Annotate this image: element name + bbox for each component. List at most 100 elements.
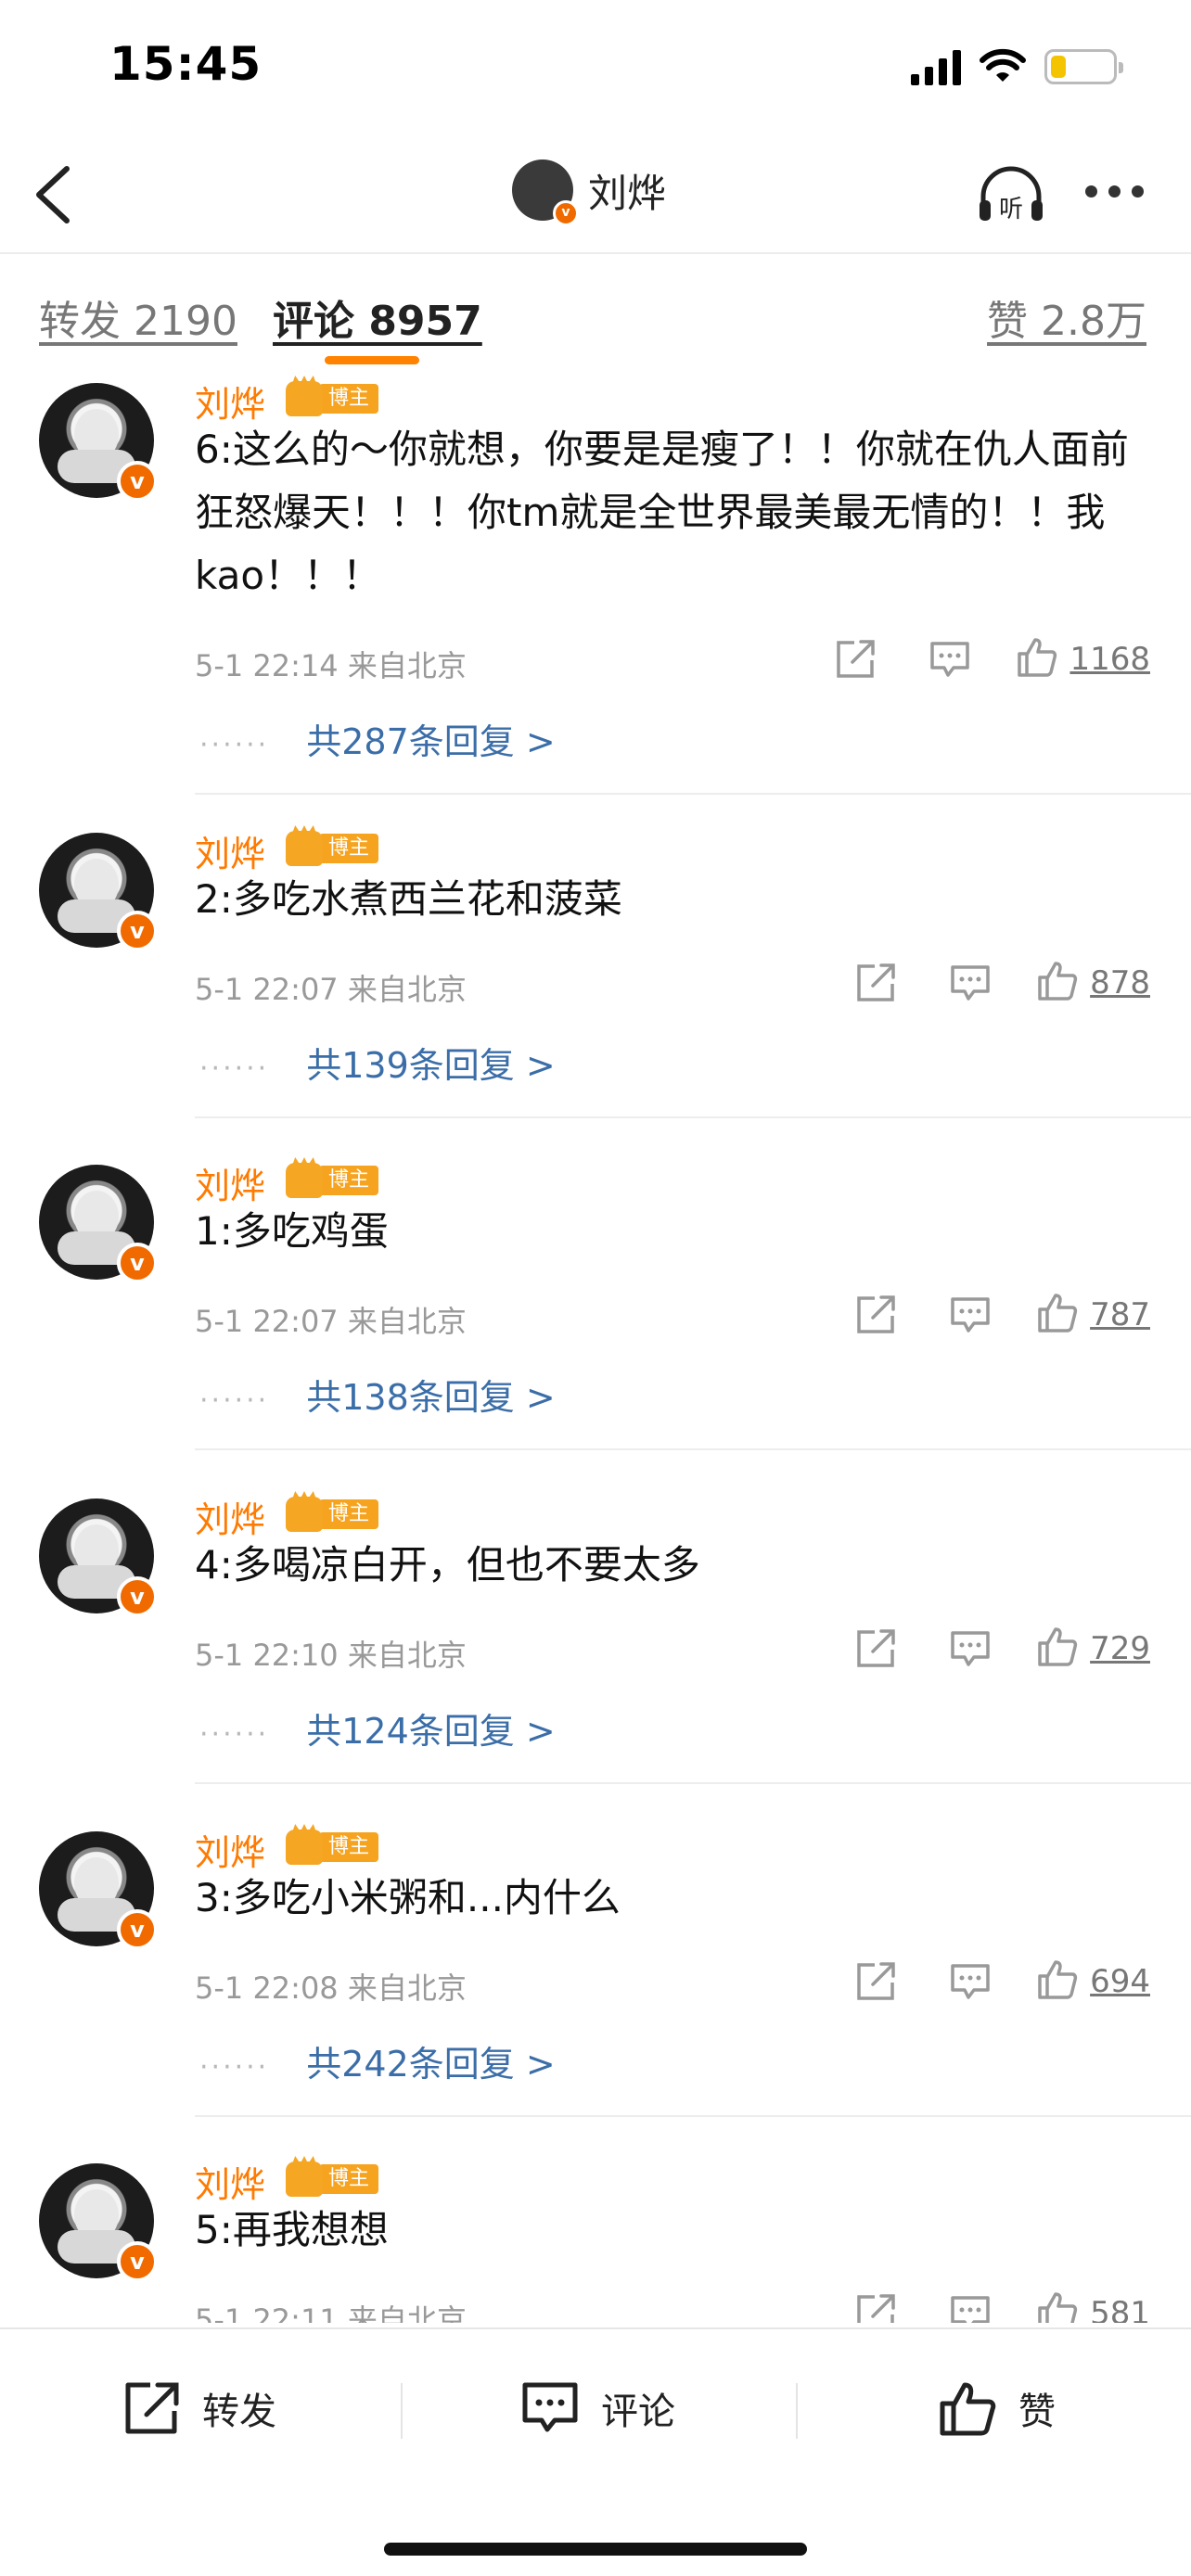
thumbs-up-icon xyxy=(1036,1958,1079,2005)
crown-icon xyxy=(286,831,323,866)
author-badge: 博主 xyxy=(286,1497,379,1532)
share-icon[interactable] xyxy=(854,962,897,1004)
comment-like-button[interactable]: 694 xyxy=(1036,1958,1150,2005)
view-replies-link[interactable]: ······ 共139条回复 > xyxy=(199,1037,556,1088)
comment-actions: 729 xyxy=(802,1623,1150,1675)
reply-count: 共124条回复 > xyxy=(306,1711,556,1752)
like-count: 729 xyxy=(1090,1630,1150,1667)
comment-like-button[interactable]: 787 xyxy=(1036,1292,1150,1338)
bottom-action-bar: 转发 评论 赞 xyxy=(0,2327,1191,2576)
author-badge: 博主 xyxy=(286,831,379,866)
headphones-listen-icon[interactable]: 听 xyxy=(976,161,1046,228)
crown-icon xyxy=(286,381,323,416)
comment-button[interactable]: 评论 xyxy=(519,2379,1191,2437)
reply-icon[interactable] xyxy=(949,962,992,1004)
nav-bar: v 刘烨 听 xyxy=(0,139,1191,250)
reply-icon[interactable] xyxy=(928,638,971,681)
comment-like-button[interactable]: 878 xyxy=(1036,960,1150,1006)
author-badge-label: 博主 xyxy=(319,834,379,863)
reply-count: 共287条回复 > xyxy=(306,721,556,762)
back-arrow-icon[interactable] xyxy=(26,161,82,228)
comment-meta: 5-1 22:10 来自北京 xyxy=(195,1638,467,1673)
like-count: 787 xyxy=(1090,1296,1150,1333)
view-replies-link[interactable]: ······ 共287条回复 > xyxy=(199,713,556,764)
reply-count: 共242条回复 > xyxy=(306,2044,556,2085)
author-badge: 博主 xyxy=(286,2162,379,2197)
comment-meta: 5-1 22:08 来自北京 xyxy=(195,1970,467,2006)
comment-like-button[interactable]: 1168 xyxy=(1016,636,1150,682)
reply-icon[interactable] xyxy=(949,1960,992,2003)
view-replies-link[interactable]: ······ 共242条回复 > xyxy=(199,2035,556,2086)
author-badge: 博主 xyxy=(286,381,379,416)
divider xyxy=(401,2383,403,2439)
reply-icon[interactable] xyxy=(949,1627,992,1670)
comment-like-button[interactable]: 581 xyxy=(1036,2290,1150,2323)
status-time: 15:45 xyxy=(109,37,263,91)
comment-actions: 1168 xyxy=(782,633,1150,685)
share-icon[interactable] xyxy=(854,1294,897,1336)
avatar[interactable]: v xyxy=(39,1498,158,1617)
reply-icon[interactable] xyxy=(949,2292,992,2323)
author-badge-label: 博主 xyxy=(319,384,379,414)
comment-text: 4:多喝凉白开，但也不要太多 xyxy=(195,1542,700,1588)
comment-meta: 5-1 22:07 来自北京 xyxy=(195,972,467,1007)
avatar[interactable]: v xyxy=(39,833,158,951)
comment-text: 6:这么的～你就想，你要是是瘦了！！你就在仇人面前狂怒爆天！！！你tm就是全世界… xyxy=(195,427,1129,598)
like-button[interactable]: 赞 xyxy=(937,2379,1056,2437)
comment-text: 1:多吃鸡蛋 xyxy=(195,1208,389,1254)
avatar[interactable]: v xyxy=(39,2163,158,2282)
thumbs-up-icon xyxy=(940,2382,996,2436)
view-replies-link[interactable]: ······ 共138条回复 > xyxy=(199,1369,556,1420)
divider xyxy=(195,1448,1191,1450)
tab-active-indicator xyxy=(325,356,419,364)
comment-meta: 5-1 22:14 来自北京 xyxy=(195,648,467,683)
reply-dots: ······ xyxy=(199,1718,270,1751)
comment-like-button[interactable]: 729 xyxy=(1036,1626,1150,1672)
comment-actions: 878 xyxy=(802,957,1150,1009)
more-options-icon[interactable] xyxy=(1085,185,1144,198)
author-badge-label: 博主 xyxy=(319,2164,379,2194)
nav-user[interactable]: v 刘烨 xyxy=(512,159,667,226)
comment-text: 5:再我想想 xyxy=(195,2207,389,2252)
divider xyxy=(195,1116,1191,1118)
reply-icon[interactable] xyxy=(949,1294,992,1336)
divider xyxy=(195,793,1191,795)
status-bar: 15:45 xyxy=(0,0,1191,130)
tabs: 转发 2190 评论 8957 赞 2.8万 xyxy=(0,278,1191,371)
comment-label: 评论 xyxy=(601,2391,675,2433)
reply-dots: ······ xyxy=(199,1052,270,1085)
verified-badge-icon: v xyxy=(553,200,579,226)
wifi-icon xyxy=(980,48,1026,82)
divider xyxy=(195,2115,1191,2117)
avatar[interactable]: v xyxy=(39,1831,158,1950)
thumbs-up-icon xyxy=(1016,636,1058,682)
thumbs-up-icon xyxy=(1036,960,1079,1006)
reply-dots: ······ xyxy=(199,729,270,761)
battery-icon xyxy=(1044,49,1123,84)
share-icon[interactable] xyxy=(834,638,877,681)
nav-title: 刘烨 xyxy=(588,170,667,216)
avatar[interactable]: v xyxy=(39,383,158,502)
crown-icon xyxy=(286,2162,323,2197)
like-label: 赞 xyxy=(1018,2391,1056,2433)
share-icon[interactable] xyxy=(854,2292,897,2323)
avatar[interactable]: v xyxy=(512,159,579,226)
comment-item[interactable]: v 刘烨 博主 5:再我想想 5-1 22:11 来自北京 581 xyxy=(0,2156,1191,2323)
tab-like[interactable]: 赞 2.8万 xyxy=(987,287,1146,347)
share-icon[interactable] xyxy=(854,1627,897,1670)
repost-button[interactable]: 转发 xyxy=(121,2379,276,2437)
author-badge: 博主 xyxy=(286,1163,379,1198)
reply-count: 共139条回复 > xyxy=(306,1045,556,1086)
like-count: 694 xyxy=(1090,1963,1150,2000)
tab-repost[interactable]: 转发 2190 xyxy=(39,287,237,347)
comment-text: 2:多吃水煮西兰花和菠菜 xyxy=(195,876,622,922)
home-indicator xyxy=(384,2543,807,2556)
comment-icon xyxy=(522,2382,578,2432)
comment-item[interactable]: v 刘烨 博主 6:这么的～你就想，你要是是瘦了！！你就在仇人面前狂怒爆天！！！你tm… xyxy=(0,376,1191,821)
comment-actions: 694 xyxy=(802,1956,1150,2008)
view-replies-link[interactable]: ······ 共124条回复 > xyxy=(199,1702,556,1753)
share-icon[interactable] xyxy=(854,1960,897,2003)
reply-count: 共138条回复 > xyxy=(306,1377,556,1418)
verified-badge-icon: v xyxy=(117,911,158,951)
avatar[interactable]: v xyxy=(39,1165,158,1283)
